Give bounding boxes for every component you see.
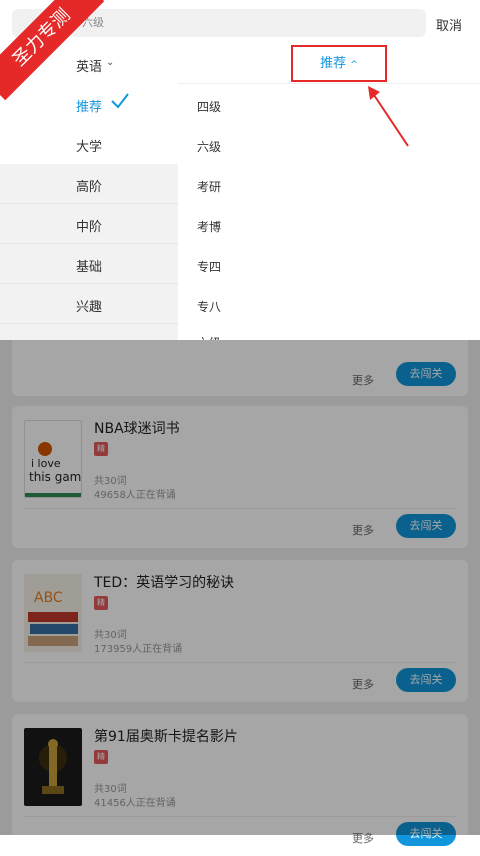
chevron-up-icon: ^ [350,60,358,70]
subcategory-item[interactable]: 四级 [197,98,221,115]
subcategory-item[interactable]: 六级 [197,334,221,340]
category-label: 基础 [76,260,103,275]
language-label: 英语 [76,60,103,75]
category-item-advanced[interactable]: 高阶 [0,164,178,204]
category-label: 中阶 [76,220,103,235]
category-item-recommend[interactable]: 推荐 [0,84,178,124]
subcategory-item[interactable]: 六级 [197,138,221,155]
category-item-university[interactable]: 大学 [0,124,178,164]
subcategory-item[interactable]: 专四 [197,258,221,275]
subcategory-item[interactable]: 专八 [197,298,221,315]
annotation-arrow-icon [368,86,409,147]
cancel-button[interactable]: 取消 [436,15,462,34]
category-label: 推荐 [76,100,103,115]
category-item-interest[interactable]: 兴趣 [0,284,178,324]
subcategory-item[interactable]: 考研 [197,178,221,195]
dim-overlay[interactable] [0,340,480,835]
category-item-basic[interactable]: 基础 [0,244,178,284]
chevron-down-icon: ⌄ [106,57,115,68]
category-label: 大学 [76,140,103,155]
category-column: 英语 ⌄ 推荐 大学 高阶 中阶 基础 兴趣 [0,44,178,340]
subcategory-item[interactable]: 考博 [197,218,221,235]
recommend-tab[interactable]: 推荐 ^ [291,45,387,82]
subcategory-column: 推荐 ^ 四级 六级 考研 考博 专四 专八 六级 [178,44,480,340]
checkmark-icon [110,90,130,114]
subcategory-header: 推荐 ^ [178,44,480,84]
category-label: 兴趣 [76,300,103,315]
category-item-intermediate[interactable]: 中阶 [0,204,178,244]
category-label: 高阶 [76,180,103,195]
recommend-tab-label: 推荐 [320,56,347,71]
